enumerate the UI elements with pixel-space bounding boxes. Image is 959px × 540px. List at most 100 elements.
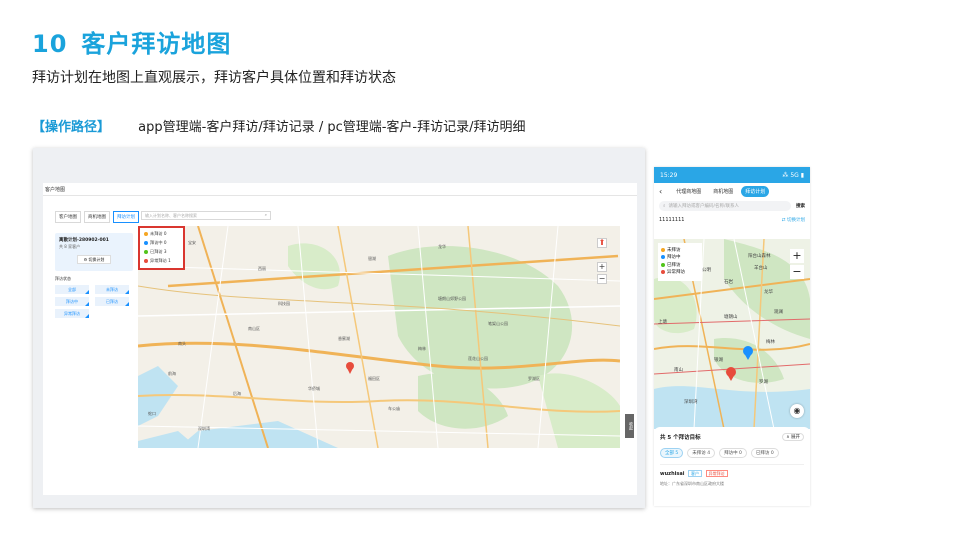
visit-card[interactable]: wuzhisai 客户 异常拜访 地址：广东省深圳市南山区政府大楼	[660, 464, 804, 487]
status-chip-all[interactable]: 全部	[55, 285, 89, 294]
desktop-page-title: 客户地图	[45, 187, 66, 193]
status-time: 15:29	[660, 171, 678, 179]
phone-search-input[interactable]: ⌕ 请输入拜访或客户编码/名称/联系人	[659, 201, 791, 211]
legend-dot	[144, 250, 148, 254]
search-button[interactable]: 搜索	[796, 203, 805, 209]
visit-target-panel: 共 5 个拜访目标 ∧ 展开 全部 5 未拜访 4 拜访中 0 已拜访 0 wu…	[654, 427, 810, 506]
map-label: 上塘	[658, 320, 667, 325]
desktop-screenshot: 客户地图 客户地图 商机地图 拜访计划 输入计划名称、客户名称搜索 ⌕ 离散计划…	[33, 148, 645, 508]
zoom-out-button[interactable]: −	[597, 274, 607, 284]
map-label: 罗湖	[759, 380, 768, 385]
status-chip-unvisited[interactable]: 未拜访	[95, 285, 129, 294]
tab-agent-map[interactable]: 代理商地图	[672, 186, 705, 197]
phone-screenshot: 15:29 ⁂ 5G ▮ ‹ 代理商地图 商机地图 拜访计划 ⌕ 请输入拜访或客…	[654, 167, 810, 506]
map-label: 蛇口	[148, 411, 156, 416]
status-filters: 全部 5 未拜访 4 拜访中 0 已拜访 0	[660, 448, 804, 458]
legend-dot	[661, 270, 665, 274]
map-label: 梅林	[418, 346, 426, 351]
zoom-in-button[interactable]: +	[790, 249, 804, 263]
phone-nav: ‹ 代理商地图 商机地图 拜访计划	[654, 183, 810, 199]
search-placeholder: 请输入拜访或客户编码/名称/联系人	[668, 204, 740, 209]
panel-title: 共 5 个拜访目标	[660, 435, 701, 441]
tab-visit-plan[interactable]: 拜访计划	[113, 211, 139, 223]
map-label: 前海	[168, 371, 176, 376]
legend-dot	[661, 247, 665, 252]
page-title: 10 客户拜访地图	[32, 24, 231, 59]
legend-dot	[144, 241, 148, 245]
tab-opportunity-map[interactable]: 商机地图	[709, 186, 737, 197]
phone-plan-row: 11111111 ⇄ 切换计划	[654, 213, 810, 227]
legend-dot	[661, 262, 665, 267]
switch-plan-button[interactable]: ⚙ 切换计划	[77, 255, 111, 264]
operation-path-text: app管理端-客户拜访/拜访记录 / pc管理端-客户-拜访记录/拜访明细	[138, 120, 526, 135]
map-label: 华侨城	[308, 386, 320, 391]
signal-icon: ⁂ 5G ▮	[782, 171, 804, 179]
legend-item-unvisited: 未拜访 0	[144, 231, 183, 237]
back-icon[interactable]: ‹	[659, 187, 662, 196]
filter-visiting[interactable]: 拜访中 0	[719, 448, 747, 458]
status-badge: 异常拜访	[705, 470, 728, 477]
map-label: 塘朗山	[724, 315, 738, 320]
customer-tag: 客户	[688, 470, 703, 477]
map-label: 宝安	[188, 240, 196, 245]
collapse-side-button[interactable]: 收起	[625, 414, 634, 438]
map-label: 莲花山公园	[468, 356, 488, 361]
section-number: 10	[32, 30, 68, 58]
tab-opportunity-map[interactable]: 商机地图	[84, 211, 110, 223]
desktop-tabs: 客户地图 商机地图 拜访计划	[55, 211, 139, 223]
section-title: 客户拜访地图	[81, 30, 232, 58]
map-label: 龙华	[438, 244, 446, 249]
search-icon[interactable]: ⌕	[265, 212, 267, 217]
search-placeholder: 输入计划名称、客户名称搜索	[145, 213, 197, 218]
customer-address: 地址：广东省深圳市南山区政府大楼	[660, 481, 724, 486]
zoom-out-button[interactable]: −	[790, 265, 804, 279]
status-bar: 15:29 ⁂ 5G ▮	[654, 167, 810, 183]
map-label: 福田区	[368, 376, 380, 381]
locate-icon[interactable]: ◉	[790, 404, 804, 418]
expand-button[interactable]: ∧ 展开	[782, 433, 804, 441]
map-label: 笔架山公园	[488, 321, 508, 326]
map-label: 深圳湾	[198, 426, 210, 431]
status-chip-abnormal[interactable]: 异常拜访	[55, 309, 89, 318]
legend-item-abnormal: 异常拜访	[661, 269, 699, 275]
plan-count: 共 8 家客户	[59, 244, 81, 249]
filter-visited[interactable]: 已拜访 0	[750, 448, 779, 458]
legend-item-visited: 已拜访	[661, 262, 699, 268]
desktop-map[interactable]: 宝安 福田区 南山区 罗湖区 深圳湾 后海 前海 西丽 龙华 塘朗山郊野公园 梅…	[138, 226, 620, 448]
zoom-in-button[interactable]: +	[597, 262, 607, 272]
visit-status-label: 拜访状态	[55, 276, 71, 281]
map-label: 梅林	[766, 340, 775, 345]
tab-customer-map[interactable]: 客户地图	[55, 211, 81, 223]
tab-visit-plan[interactable]: 拜访计划	[741, 185, 770, 197]
plan-card: 离散计划-280902-001 共 8 家客户 ⚙ 切换计划	[55, 233, 133, 271]
phone-search: ⌕ 请输入拜访或客户编码/名称/联系人 搜索	[654, 199, 810, 213]
map-label: 龙华	[764, 290, 773, 295]
map-label: 科技园	[278, 301, 290, 306]
customer-name: wuzhisai	[660, 471, 685, 477]
map-label: 阳台山森林	[748, 254, 771, 259]
phone-map-legend: 未拜访 拜访中 已拜访 异常拜访	[658, 243, 702, 281]
desktop-search-input[interactable]: 输入计划名称、客户名称搜索 ⌕	[141, 211, 271, 220]
legend-dot	[661, 255, 665, 259]
map-label: 塘朗山郊野公园	[438, 296, 466, 301]
slide: 10 客户拜访地图 拜访计划在地图上直观展示，拜访客户具体位置和拜访状态 【操作路…	[0, 0, 959, 540]
map-label: 观澜	[774, 310, 783, 315]
plan-name: 11111111	[659, 217, 685, 223]
switch-plan-button[interactable]: ⇄ 切换计划	[782, 217, 805, 223]
panel-header: 共 5 个拜访目标 ∧ 展开	[660, 433, 804, 441]
map-label: 南山区	[248, 326, 260, 331]
compass-icon[interactable]: ⬆	[597, 238, 607, 248]
filter-all[interactable]: 全部 5	[660, 448, 684, 458]
status-chip-visited[interactable]: 已拜访	[95, 297, 129, 306]
status-chip-visiting[interactable]: 拜访中	[55, 297, 89, 306]
search-icon: ⌕	[663, 204, 666, 209]
legend-item-unvisited: 未拜访	[661, 247, 699, 253]
map-label: 羊台山	[754, 266, 768, 271]
legend-dot	[144, 232, 148, 236]
visit-card-title: wuzhisai 客户 异常拜访	[660, 470, 804, 477]
filter-unvisited[interactable]: 未拜访 4	[687, 448, 716, 458]
map-label: 后海	[233, 391, 241, 396]
legend-item-abnormal: 异常拜访 1	[144, 258, 183, 264]
operation-path-label: 【操作路径】	[32, 120, 111, 135]
map-label: 南山	[674, 368, 683, 373]
